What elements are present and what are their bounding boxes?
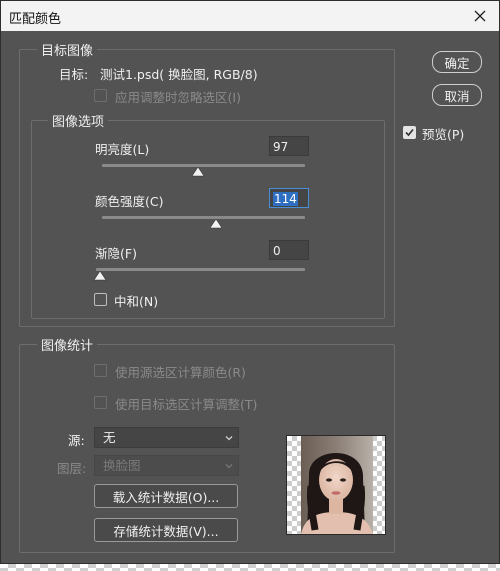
window-title: 匹配颜色	[9, 12, 62, 27]
layer-select[interactable]: 换脸图	[94, 455, 239, 476]
fade-slider-thumb[interactable]	[94, 271, 106, 281]
title-bar: 匹配颜色	[1, 1, 499, 31]
preview-checkbox[interactable]	[403, 126, 416, 139]
ignore-selection-label: 应用调整时忽略选区(I)	[115, 90, 241, 105]
layer-label: 图层:	[57, 461, 87, 476]
source-label: 源:	[68, 433, 85, 448]
target-value: 测试1.psd( 换脸图, RGB/8)	[100, 67, 258, 82]
save-statistics-button[interactable]: 存储统计数据(V)...	[94, 518, 238, 542]
image-options-legend: 图像选项	[48, 111, 109, 130]
color-intensity-input[interactable]: 114	[269, 188, 309, 208]
chevron-down-icon	[225, 464, 233, 469]
source-preview-thumbnail	[286, 435, 386, 535]
close-button[interactable]	[467, 4, 493, 28]
canvas-background	[0, 563, 500, 571]
luminance-input[interactable]: 97	[269, 136, 309, 156]
use-source-selection-checkbox[interactable]	[94, 364, 107, 377]
checkmark-icon	[405, 128, 414, 137]
color-intensity-slider-track[interactable]	[102, 216, 305, 219]
match-color-dialog: 匹配颜色 目标图像 目标: 测试1.psd( 换脸图, RGB/8) 应用调整时…	[0, 0, 500, 564]
ignore-selection-checkbox[interactable]	[94, 89, 107, 102]
luminance-label: 明亮度(L)	[95, 142, 150, 157]
cancel-button[interactable]: 取消	[432, 84, 482, 106]
target-label: 目标:	[59, 67, 89, 82]
load-statistics-button[interactable]: 载入统计数据(O)...	[94, 484, 238, 508]
chevron-down-icon	[225, 436, 233, 441]
fade-input[interactable]: 0	[269, 240, 309, 260]
color-intensity-label: 颜色强度(C)	[95, 194, 164, 209]
image-options-group	[31, 120, 385, 319]
fade-label: 渐隐(F)	[95, 246, 137, 261]
use-target-selection-label: 使用目标选区计算调整(T)	[115, 397, 258, 412]
neutralize-label: 中和(N)	[114, 294, 159, 309]
image-statistics-legend: 图像统计	[37, 335, 98, 354]
use-source-selection-label: 使用源选区计算颜色(R)	[115, 365, 246, 380]
ok-button[interactable]: 确定	[432, 51, 482, 73]
fade-slider-track[interactable]	[96, 268, 305, 271]
luminance-slider-thumb[interactable]	[192, 167, 204, 177]
use-target-selection-checkbox[interactable]	[94, 396, 107, 409]
preview-label: 预览(P)	[422, 127, 465, 142]
color-intensity-slider-thumb[interactable]	[210, 219, 222, 229]
portrait-image	[301, 436, 373, 534]
target-image-legend: 目标图像	[37, 40, 98, 59]
source-select[interactable]: 无	[94, 427, 239, 448]
close-icon	[474, 10, 486, 22]
neutralize-checkbox[interactable]	[94, 293, 107, 306]
